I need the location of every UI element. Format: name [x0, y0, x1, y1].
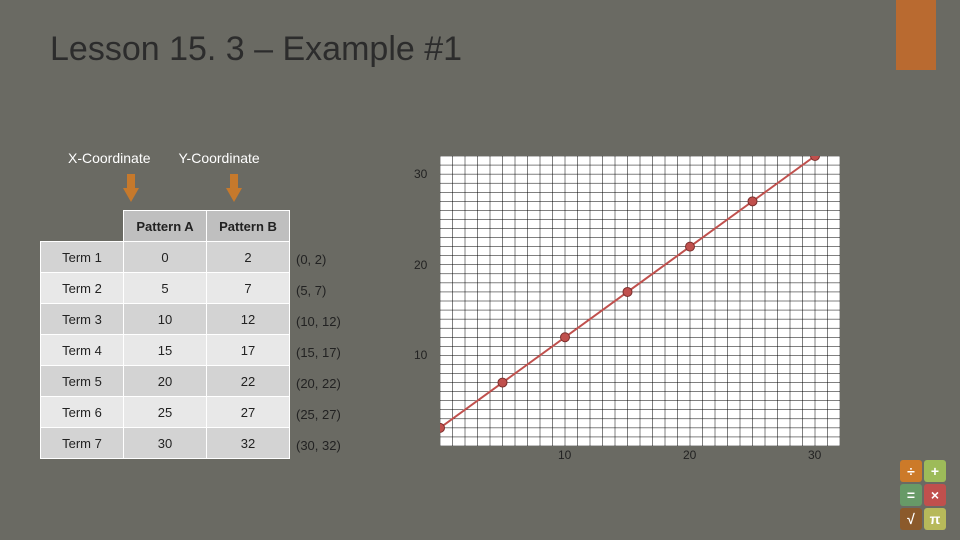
table-row: Term 1 0 2	[41, 242, 290, 273]
cell-a: 20	[124, 366, 207, 397]
cell-a: 5	[124, 273, 207, 304]
pair: (0, 2)	[296, 244, 341, 275]
row-label: Term 3	[41, 304, 124, 335]
cell-b: 12	[207, 304, 290, 335]
pair: (20, 22)	[296, 368, 341, 399]
cell-b: 22	[207, 366, 290, 397]
row-label: Term 5	[41, 366, 124, 397]
col-pattern-a: Pattern A	[124, 211, 207, 242]
table-row: Term 6 25 27	[41, 397, 290, 428]
cell-a: 30	[124, 428, 207, 459]
row-label: Term 6	[41, 397, 124, 428]
table-corner	[41, 211, 124, 242]
table-row: Term 5 20 22	[41, 366, 290, 397]
table-row: Term 7 30 32	[41, 428, 290, 459]
pi-icon: π	[924, 508, 946, 530]
cell-b: 7	[207, 273, 290, 304]
page-title: Lesson 15. 3 – Example #1	[50, 30, 462, 69]
row-label: Term 7	[41, 428, 124, 459]
row-label: Term 4	[41, 335, 124, 366]
chart-svg	[440, 156, 840, 446]
accent-bar	[896, 0, 936, 70]
pair: (15, 17)	[296, 337, 341, 368]
division-icon: ÷	[900, 460, 922, 482]
pair: (30, 32)	[296, 430, 341, 461]
table-row: Term 3 10 12	[41, 304, 290, 335]
pair: (25, 27)	[296, 399, 341, 430]
cell-a: 25	[124, 397, 207, 428]
x-coord-label: X-Coordinate	[68, 150, 151, 166]
cell-b: 32	[207, 428, 290, 459]
equals-icon: =	[900, 484, 922, 506]
cell-a: 10	[124, 304, 207, 335]
row-label: Term 2	[41, 273, 124, 304]
root-icon: √	[900, 508, 922, 530]
table-row: Term 4 15 17	[41, 335, 290, 366]
col-pattern-b: Pattern B	[207, 211, 290, 242]
times-icon: ×	[924, 484, 946, 506]
cell-b: 17	[207, 335, 290, 366]
pair: (5, 7)	[296, 275, 341, 306]
plus-icon: +	[924, 460, 946, 482]
pattern-table: Pattern A Pattern B Term 1 0 2 Term 2 5 …	[40, 210, 290, 459]
row-label: Term 1	[41, 242, 124, 273]
cell-a: 0	[124, 242, 207, 273]
ordered-pairs: (0, 2) (5, 7) (10, 12) (15, 17) (20, 22)…	[296, 244, 341, 461]
coordinate-labels: X-Coordinate Y-Coordinate	[68, 150, 260, 166]
coordinate-chart: 102030 102030	[440, 156, 840, 466]
pair: (10, 12)	[296, 306, 341, 337]
y-coord-label: Y-Coordinate	[179, 150, 260, 166]
cell-a: 15	[124, 335, 207, 366]
cell-b: 27	[207, 397, 290, 428]
table-row: Term 2 5 7	[41, 273, 290, 304]
cell-b: 2	[207, 242, 290, 273]
arrow-down-icon	[226, 188, 242, 202]
arrow-down-icon	[123, 188, 139, 202]
math-decoration: ÷ + = × √ π	[900, 460, 946, 530]
